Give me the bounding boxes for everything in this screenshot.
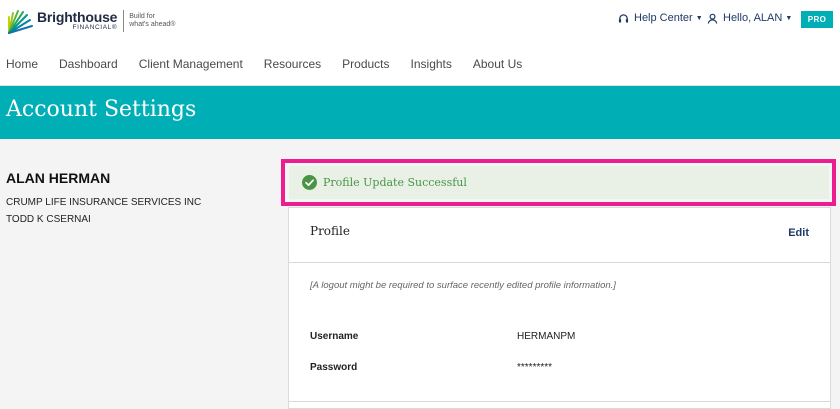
nav-item-products[interactable]: Products bbox=[342, 57, 389, 71]
nav-item-dashboard[interactable]: Dashboard bbox=[59, 57, 118, 71]
nav-item-resources[interactable]: Resources bbox=[264, 57, 321, 71]
alert-highlight-box bbox=[281, 159, 836, 206]
profile-card: Profile Edit [A logout might be required… bbox=[288, 207, 831, 409]
brand-name: Brighthouse bbox=[37, 9, 118, 26]
sunburst-logo-icon bbox=[8, 10, 33, 34]
profile-title: Profile bbox=[310, 224, 350, 238]
password-value: ********* bbox=[517, 362, 553, 373]
main-nav: Home Dashboard Client Management Resourc… bbox=[6, 57, 543, 71]
nav-item-client-management[interactable]: Client Management bbox=[139, 57, 243, 71]
pro-badge[interactable]: PRO bbox=[801, 11, 833, 28]
username-label: Username bbox=[310, 331, 359, 342]
top-header: Brighthouse FINANCIAL® Build for what's … bbox=[0, 0, 840, 86]
help-center-label: Help Center bbox=[634, 12, 693, 24]
password-label: Password bbox=[310, 362, 358, 373]
profile-card-header: Profile Edit bbox=[289, 208, 830, 263]
logout-note: [A logout might be required to surface r… bbox=[310, 280, 616, 291]
username-value: HERMANPM bbox=[517, 331, 576, 342]
user-organization: CRUMP LIFE INSURANCE SERVICES INC bbox=[6, 197, 202, 208]
chevron-down-icon: ▼ bbox=[695, 14, 703, 22]
nav-item-about-us[interactable]: About Us bbox=[473, 57, 522, 71]
help-center-menu[interactable]: Help Center ▼ bbox=[618, 12, 703, 24]
logo-divider bbox=[123, 10, 125, 32]
user-agent-name: TODD K CSERNAI bbox=[6, 214, 91, 225]
brand-subtitle: FINANCIAL® bbox=[72, 24, 118, 32]
edit-profile-link[interactable]: Edit bbox=[788, 227, 809, 239]
brand-tagline: Build for what's ahead® bbox=[129, 13, 176, 28]
nav-item-insights[interactable]: Insights bbox=[411, 57, 452, 71]
user-full-name: ALAN HERMAN bbox=[6, 170, 111, 186]
brighthouse-logo[interactable]: Brighthouse FINANCIAL® Build for what's … bbox=[6, 7, 175, 35]
user-menu[interactable]: Hello, ALAN ▼ bbox=[707, 12, 792, 24]
page-title: Account Settings bbox=[6, 97, 197, 122]
user-icon bbox=[707, 13, 718, 24]
nav-item-home[interactable]: Home bbox=[6, 57, 38, 71]
headset-icon bbox=[618, 13, 629, 23]
chevron-down-icon: ▼ bbox=[785, 14, 793, 22]
card-divider bbox=[289, 401, 830, 402]
page-banner: Account Settings bbox=[0, 86, 840, 139]
user-greeting: Hello, ALAN bbox=[723, 12, 783, 24]
